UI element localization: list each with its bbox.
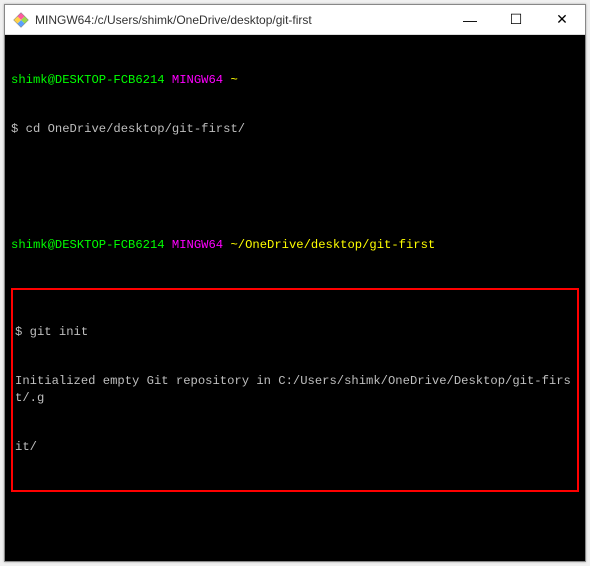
minimize-button[interactable]: — [447, 5, 493, 34]
terminal-body[interactable]: shimk@DESKTOP-FCB6214 MINGW64 ~ $ cd One… [5, 35, 585, 561]
prompt-line: shimk@DESKTOP-FCB6214 MINGW64 ~ [11, 72, 579, 88]
output-line: it/ [15, 439, 575, 455]
path: ~/OneDrive/desktop/git-first [230, 238, 435, 252]
blank-line [11, 171, 579, 187]
command-line: $ cd OneDrive/desktop/git-first/ [11, 121, 579, 137]
spacer [11, 527, 579, 531]
output-line: Initialized empty Git repository in C:/U… [15, 373, 575, 406]
window-title: MINGW64:/c/Users/shimk/OneDrive/desktop/… [35, 13, 447, 27]
terminal-window: MINGW64:/c/Users/shimk/OneDrive/desktop/… [4, 4, 586, 562]
mingw-icon [13, 12, 29, 28]
close-button[interactable]: ✕ [539, 5, 585, 34]
env-label: MINGW64 [172, 238, 223, 252]
path-home: ~ [230, 73, 237, 87]
cmd-git-init: git init [30, 325, 89, 339]
prompt-symbol: $ [11, 122, 18, 136]
maximize-button[interactable]: ☐ [493, 5, 539, 34]
window-controls: — ☐ ✕ [447, 5, 585, 34]
cmd-cd: cd OneDrive/desktop/git-first/ [26, 122, 245, 136]
user-host: shimk@DESKTOP-FCB6214 [11, 73, 165, 87]
highlight-box-git-init: $ git init Initialized empty Git reposit… [11, 288, 579, 492]
prompt-line: shimk@DESKTOP-FCB6214 MINGW64 ~/OneDrive… [11, 237, 579, 253]
title-bar[interactable]: MINGW64:/c/Users/shimk/OneDrive/desktop/… [5, 5, 585, 35]
prompt-symbol: $ [15, 325, 22, 339]
command-line: $ git init [15, 324, 575, 340]
user-host: shimk@DESKTOP-FCB6214 [11, 238, 165, 252]
env-label: MINGW64 [172, 73, 223, 87]
